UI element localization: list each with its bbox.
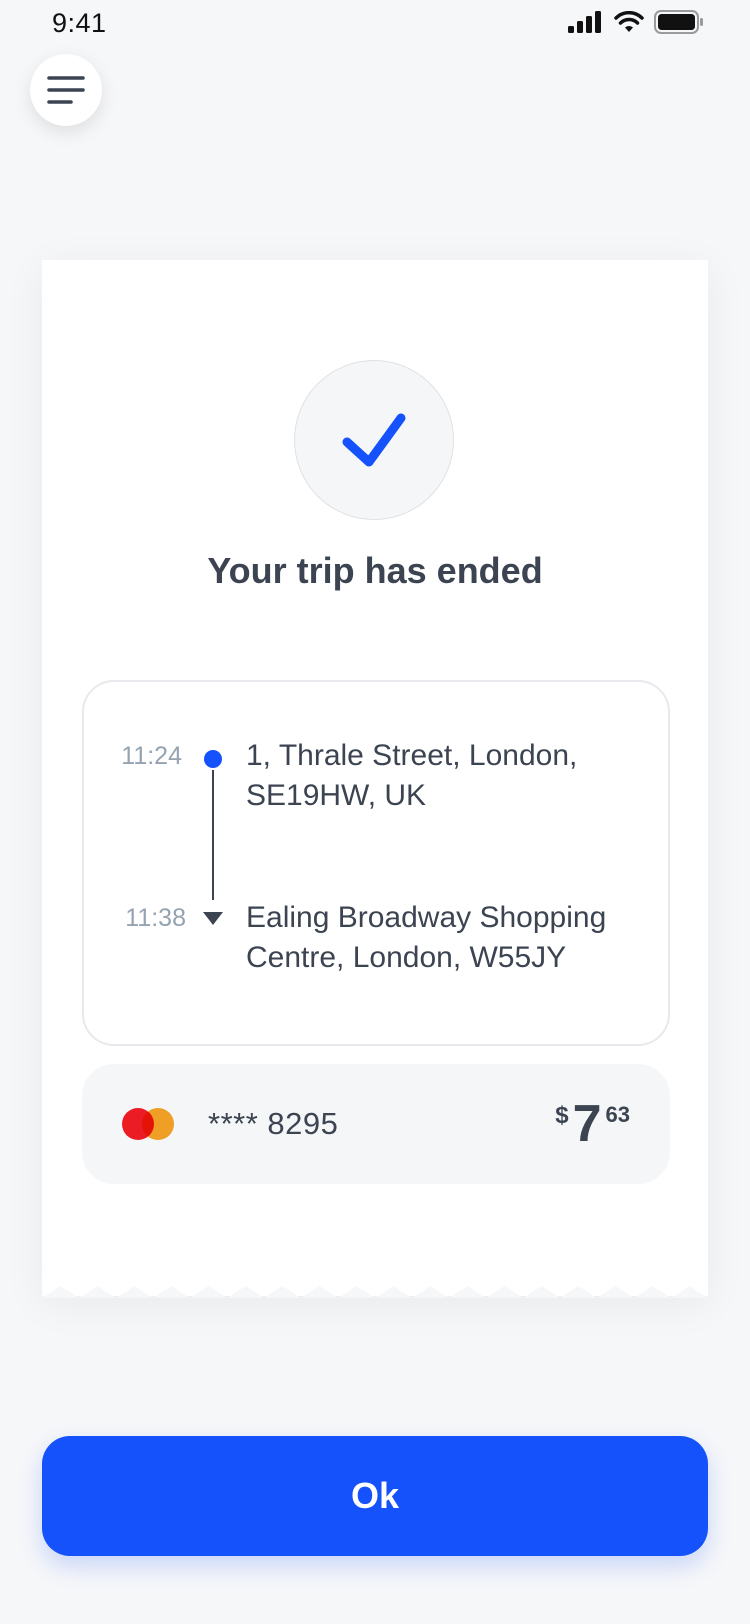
payment-summary: **** 8295 $ 7 63 — [82, 1064, 670, 1184]
success-badge — [294, 360, 454, 520]
menu-button[interactable] — [30, 54, 102, 126]
end-address: Ealing Broadway Shopping Centre, London,… — [246, 898, 646, 978]
price-whole: 7 — [572, 1095, 602, 1153]
battery-icon — [654, 10, 703, 34]
route-summary: 11:24 1, Thrale Street, London, SE19HW, … — [82, 680, 670, 1046]
trip-receipt-card: Your trip has ended 11:24 1, Thrale Stre… — [42, 260, 708, 1296]
status-icons — [568, 10, 704, 34]
wifi-icon — [614, 11, 644, 32]
price-currency: $ — [555, 1102, 569, 1129]
hamburger-menu-icon — [47, 76, 85, 104]
checkmark-icon — [342, 413, 406, 467]
trip-ended-title: Your trip has ended — [207, 550, 543, 591]
mastercard-icon — [122, 1108, 174, 1140]
destination-arrow-icon — [203, 912, 223, 925]
card-number: **** 8295 — [208, 1106, 339, 1141]
start-dot-icon — [204, 750, 222, 768]
ok-button[interactable]: Ok — [42, 1436, 708, 1556]
end-address-line2: Centre, London, W55JY — [246, 941, 567, 974]
status-time: 9:41 — [52, 8, 107, 38]
price-cents: 63 — [605, 1102, 630, 1127]
receipt-torn-edge — [42, 1286, 708, 1298]
start-address-line2: SE19HW, UK — [246, 779, 427, 812]
trip-ended-screen: 9:41 Your trip has ended 11:24 1, Thrale… — [0, 0, 750, 1624]
route-line — [212, 770, 214, 900]
start-address: 1, Thrale Street, London, SE19HW, UK — [246, 736, 646, 816]
end-address-line1: Ealing Broadway Shopping — [246, 901, 607, 934]
trip-price: $ 7 63 — [555, 1096, 630, 1152]
signal-icon — [568, 11, 601, 33]
start-address-line1: 1, Thrale Street, London, — [246, 739, 578, 772]
start-time: 11:24 — [121, 742, 182, 770]
end-time: 11:38 — [125, 904, 186, 932]
